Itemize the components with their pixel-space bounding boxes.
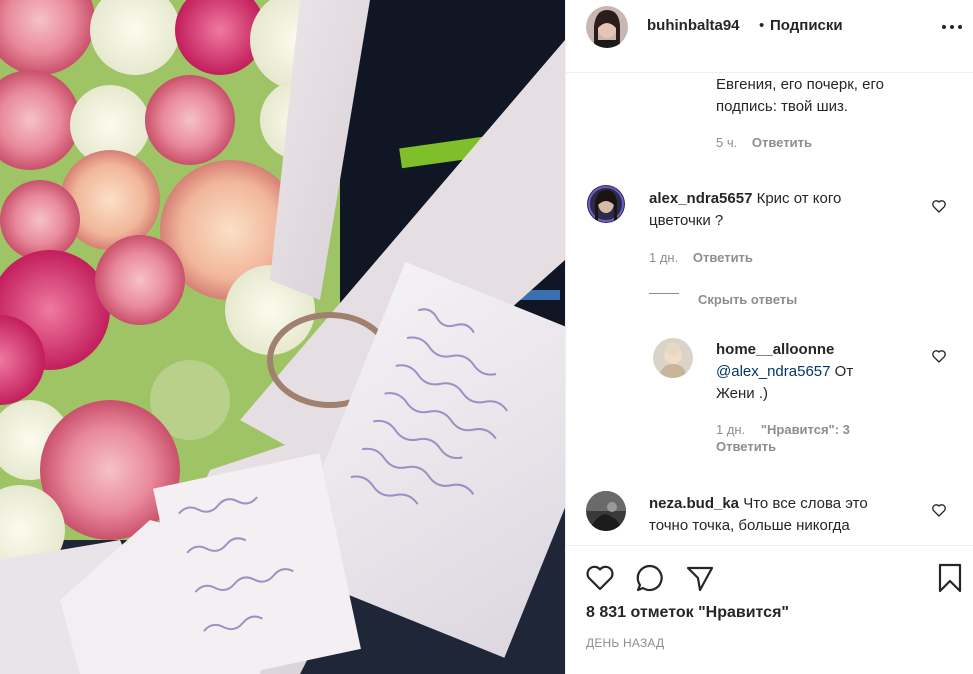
comment-text-line: Что все слова это <box>743 495 868 512</box>
commenter-username[interactable]: alex_ndra5657 <box>649 190 752 207</box>
heart-icon[interactable] <box>584 562 616 594</box>
commenter-avatar[interactable] <box>586 491 626 531</box>
commenter-avatar-image <box>587 185 625 223</box>
reply-button[interactable]: Ответить <box>752 135 812 150</box>
comment-likes-count[interactable]: "Нравится": 3 <box>761 422 850 437</box>
author-avatar[interactable] <box>586 6 628 48</box>
comment-text-line: Крис от кого <box>756 190 842 207</box>
comments-list[interactable]: Евгения, его почерк, его подпись: твой ш… <box>566 73 973 545</box>
comment-time: 1 дн. <box>649 250 679 265</box>
commenter-avatar-image <box>653 338 693 378</box>
commenter-username[interactable]: home__alloonne <box>716 339 834 361</box>
commenter-avatar[interactable] <box>653 338 693 378</box>
comment-text-line: Жени .) <box>716 385 769 402</box>
comment-like-heart-icon[interactable] <box>931 348 947 364</box>
following-button[interactable]: Подписки <box>770 17 843 34</box>
paper-plane-icon[interactable] <box>684 562 716 594</box>
reply-button[interactable]: Ответить <box>693 250 753 265</box>
bookmark-icon[interactable] <box>934 562 966 594</box>
author-avatar-image <box>586 6 628 48</box>
commenter-avatar-image <box>586 491 626 531</box>
commenter-username[interactable]: neza.bud_ka <box>649 495 739 512</box>
mention-link[interactable]: @alex_ndra5657 <box>716 363 830 380</box>
post-photo[interactable] <box>0 0 565 674</box>
hide-replies-button[interactable]: Скрыть ответы <box>698 292 797 307</box>
comment-like-heart-icon[interactable] <box>931 502 947 518</box>
comment-text-line: точно точка, больше никогда <box>649 517 850 534</box>
comment-time: 5 ч. <box>716 135 738 150</box>
comment-like-heart-icon[interactable] <box>931 198 947 214</box>
comment-text-line: Евгения, его почерк, его <box>716 76 884 93</box>
comment-time: 1 дн. <box>716 422 746 437</box>
likes-count[interactable]: 8 831 отметок "Нравится" <box>586 604 789 622</box>
separator-dot: • <box>759 17 765 34</box>
more-options-icon[interactable] <box>942 17 966 35</box>
bouquet-with-note-image <box>0 0 565 674</box>
post-details-panel: buhinbalta94 • Подписки Евгения, его поч… <box>565 0 973 674</box>
replies-divider-line <box>649 293 679 294</box>
author-username[interactable]: buhinbalta94 <box>647 17 740 34</box>
post-time-ago: ДЕНЬ НАЗАД <box>586 636 665 650</box>
comment-text-line: От <box>834 363 854 380</box>
comment-icon[interactable] <box>634 562 666 594</box>
comment-text-line: цветочки ? <box>649 212 724 229</box>
comment-text-line: подпись: твой шиз. <box>716 98 849 115</box>
post-header: buhinbalta94 • Подписки <box>566 0 973 73</box>
commenter-avatar[interactable] <box>587 185 625 223</box>
reply-button[interactable]: Ответить <box>716 439 776 454</box>
